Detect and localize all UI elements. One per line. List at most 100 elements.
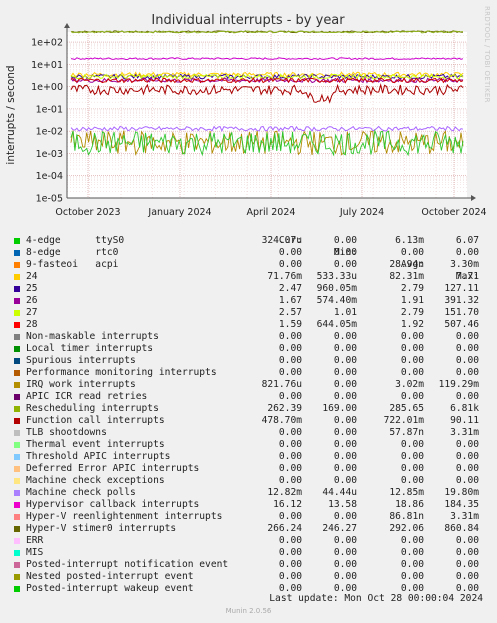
legend-max-value: 0.00 xyxy=(455,463,479,474)
legend-min-value: 246.27 xyxy=(322,523,357,534)
legend-swatch xyxy=(14,394,20,400)
legend-label: Hyper-V reenlightenment interrupts xyxy=(26,511,223,522)
legend-swatch xyxy=(14,538,20,544)
legend-swatch xyxy=(14,490,20,496)
legend-row: 27 2.57 1.01 2.79 151.70 xyxy=(0,307,497,319)
x-axis-arrow xyxy=(471,195,476,201)
legend-max-value: 7.71 xyxy=(455,271,479,282)
legend-row: ERR 0.00 0.00 0.00 0.00 xyxy=(0,535,497,547)
legend-label: 24 xyxy=(26,271,38,282)
legend-min-value: 0.00 xyxy=(333,343,357,354)
legend-swatch xyxy=(14,406,20,412)
legend-min-value: 0.00 xyxy=(333,559,357,570)
legend-swatch xyxy=(14,526,20,532)
legend-row: 26 1.67 574.40m 1.91 391.32 xyxy=(0,295,497,307)
legend-swatch xyxy=(14,430,20,436)
y-tick-label: 1e-05 xyxy=(36,194,63,205)
legend-swatch xyxy=(14,334,20,340)
legend-label: Deferred Error APIC interrupts xyxy=(26,463,200,474)
legend-min-value: 0.00 xyxy=(333,367,357,378)
legend-swatch xyxy=(14,262,20,268)
x-tick-label: April 2024 xyxy=(247,207,296,218)
legend-row: Hypervisor callback interrupts 16.12 13.58… xyxy=(0,499,497,511)
legend-header: Cur: Min: Avg: Max: xyxy=(0,223,497,282)
legend-min-value: 44.44u xyxy=(322,487,357,498)
legend-row: Deferred Error APIC interrupts 0.00 0.00 0.… xyxy=(0,463,497,475)
legend-row: Rescheduling interrupts 262.39 169.00 285.6… xyxy=(0,403,497,415)
legend-row: Local timer interrupts 0.00 0.00 0.00 0.00 xyxy=(0,343,497,355)
legend-max-value: 0.00 xyxy=(455,367,479,378)
rrdtool-credit: RRDTOOL / TOBI OETIKER xyxy=(483,6,491,103)
legend-max-value: 0.00 xyxy=(455,451,479,462)
legend-row: Hyper-V reenlightenment interrupts 0.00 0.… xyxy=(0,511,497,523)
legend-row: 9-fasteoi acpi 0.00 0.00 28.94n 3.30m xyxy=(0,259,497,271)
y-tick-label: 1e+01 xyxy=(31,60,63,71)
legend-max-value: 90.11 xyxy=(450,415,479,426)
legend-label: Machine check polls xyxy=(26,487,136,498)
legend-row: Threshold APIC interrupts 0.00 0.00 0.00 0.0… xyxy=(0,451,497,463)
plot-background xyxy=(67,32,467,198)
legend-swatch xyxy=(14,370,20,376)
x-tick-label: January 2024 xyxy=(147,207,211,218)
legend-min-value: 0.00 xyxy=(333,235,357,246)
legend-label: 8-edge rtc0 xyxy=(26,247,119,258)
legend-label: 9-fasteoi acpi xyxy=(26,259,119,270)
legend-row: Posted-interrupt notification event 0.00 0… xyxy=(0,559,497,571)
legend-min-value: 574.40m xyxy=(316,295,357,306)
y-axis-label: interrupts / second xyxy=(5,65,17,164)
legend-label: Local timer interrupts xyxy=(26,343,154,354)
legend-swatch xyxy=(14,358,20,364)
legend-label: 28 xyxy=(26,319,38,330)
legend-row: Thermal event interrupts 0.00 0.00 0.00 0.00 xyxy=(0,439,497,451)
legend-swatch xyxy=(14,418,20,424)
legend-label: Posted-interrupt notification event xyxy=(26,559,229,570)
legend-swatch xyxy=(14,550,20,556)
legend-min-value: 0.00 xyxy=(333,571,357,582)
y-tick-label: 1e-02 xyxy=(36,127,63,138)
legend-max-value: 3.30m xyxy=(450,259,479,270)
legend-swatch xyxy=(14,466,20,472)
legend-max-value: 0.00 xyxy=(455,559,479,570)
legend-swatch xyxy=(14,382,20,388)
legend-row: Hyper-V stimer0 interrupts 266.24 246.27 29… xyxy=(0,523,497,535)
legend-label: Spurious interrupts xyxy=(26,355,136,366)
legend-label: 26 xyxy=(26,295,38,306)
legend-row: Machine check exceptions 0.00 0.00 0.00 0.00 xyxy=(0,475,497,487)
legend-min-value: 0.00 xyxy=(333,331,357,342)
legend-label: TLB shootdowns xyxy=(26,427,107,438)
legend-max-value: 6.07 xyxy=(455,235,479,246)
y-tick-label: 1e-03 xyxy=(36,149,63,160)
legend-min-value: 0.00 xyxy=(333,547,357,558)
munin-version: Munin 2.0.56 xyxy=(225,607,272,615)
legend-label: ERR xyxy=(26,535,44,546)
legend-label: Rescheduling interrupts xyxy=(26,403,159,414)
last-update: Last update: Mon Oct 28 00:00:04 2024 xyxy=(269,593,483,604)
legend-min-value: 644.05m xyxy=(316,319,357,330)
legend-max-value: 3.31m xyxy=(450,427,479,438)
legend-swatch xyxy=(14,250,20,256)
legend-label: IRQ work interrupts xyxy=(26,379,136,390)
legend-min-value: 0.00 xyxy=(333,379,357,390)
legend-label: Non-maskable interrupts xyxy=(26,331,159,342)
legend-max-value: 391.32 xyxy=(444,295,479,306)
legend-row: Spurious interrupts 0.00 0.00 0.00 0.00 xyxy=(0,355,497,367)
legend-row: Non-maskable interrupts 0.00 0.00 0.00 0.00 xyxy=(0,331,497,343)
legend-label: 27 xyxy=(26,307,38,318)
legend-label: Thermal event interrupts xyxy=(26,439,165,450)
legend-min-value: 0.00 xyxy=(333,535,357,546)
legend-label: APIC ICR read retries xyxy=(26,391,148,402)
y-tick-label: 1e+02 xyxy=(31,38,63,49)
legend-max-value: 0.00 xyxy=(455,247,479,258)
legend-min-value: 533.33u xyxy=(316,271,357,282)
legend-swatch xyxy=(14,274,20,280)
legend-min-value: 0.00 xyxy=(333,427,357,438)
chart-svg: 1e+02 1e+01 1e+00 1e-01 1e-02 1e-03 1e-04 1e-05… xyxy=(5,13,487,218)
y-tick-label: 1e-01 xyxy=(36,104,63,115)
legend-min-value: 169.00 xyxy=(322,403,357,414)
legend-swatch xyxy=(14,286,20,292)
legend-row: MIS 0.00 0.00 0.00 0.00 xyxy=(0,547,497,559)
legend-row: 8-edge rtc0 0.00 0.00 0.00 0.00 xyxy=(0,247,497,259)
legend-label: MIS xyxy=(26,547,44,558)
legend-min-value: 0.00 xyxy=(333,391,357,402)
legend-swatch xyxy=(14,562,20,568)
